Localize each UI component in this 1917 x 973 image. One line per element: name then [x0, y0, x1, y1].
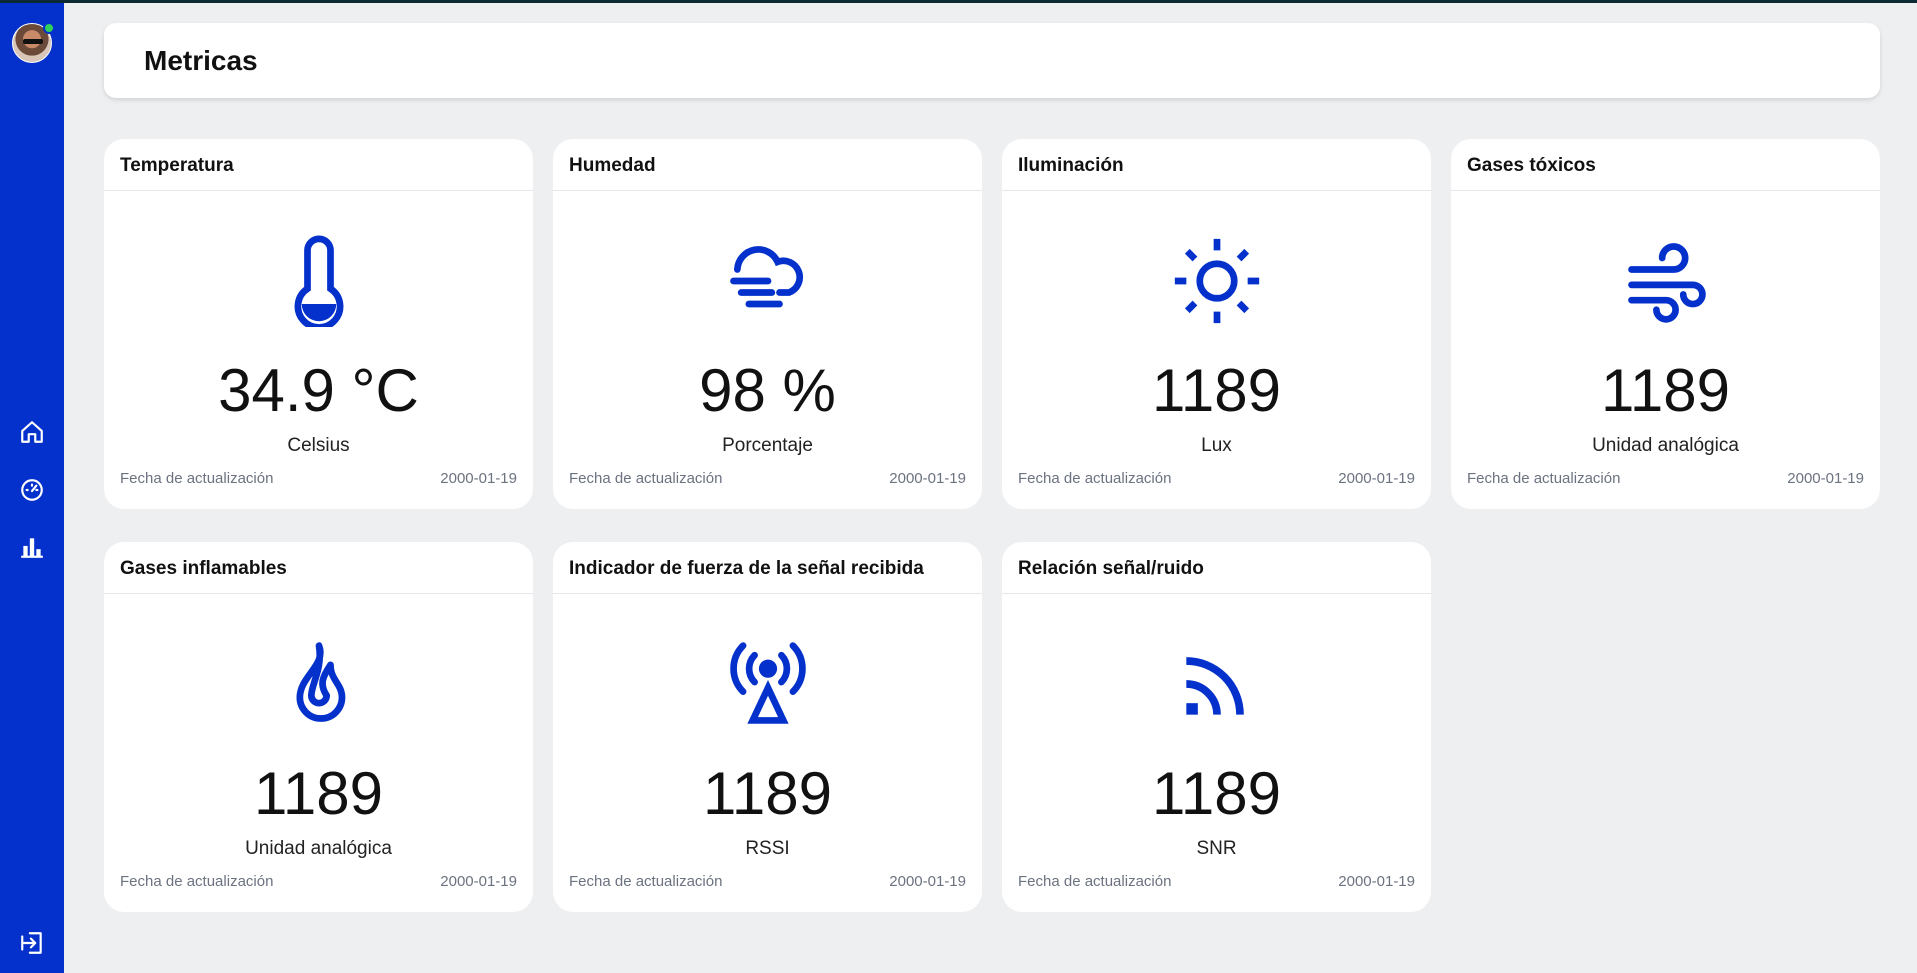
metric-value: 1189	[1151, 760, 1282, 827]
card-title: Relación señal/ruido	[1002, 542, 1431, 594]
home-icon[interactable]	[19, 419, 45, 445]
flame-icon	[104, 638, 533, 730]
updated-date: 2000-01-19	[440, 470, 517, 487]
metric-unit: Celsius	[287, 435, 350, 456]
sun-icon	[1002, 235, 1431, 327]
metric-card-temperature: Temperatura 34.9 °C Celsius Fecha de act…	[104, 139, 533, 509]
metric-card-illumination: Iluminación 1189 Lux Fecha de actualizac…	[1002, 139, 1431, 509]
metric-unit: Lux	[1201, 435, 1232, 456]
metric-card-toxic-gases: Gases tóxicos 1189 Unidad analógica Fech…	[1451, 139, 1880, 509]
card-title: Gases inflamables	[104, 542, 533, 594]
bar-chart-icon[interactable]	[19, 534, 45, 560]
page-header: Metricas	[104, 23, 1880, 98]
signal-icon	[1002, 638, 1431, 730]
avatar[interactable]	[12, 22, 55, 63]
updated-label: Fecha de actualización	[1018, 470, 1172, 487]
card-title: Humedad	[553, 139, 982, 191]
updated-date: 2000-01-19	[889, 470, 966, 487]
updated-date: 2000-01-19	[1338, 470, 1415, 487]
page-title: Metricas	[144, 45, 258, 76]
metric-value: 1189	[253, 760, 384, 827]
updated-label: Fecha de actualización	[120, 873, 274, 890]
card-title: Indicador de fuerza de la señal recibida	[553, 542, 982, 594]
card-title: Gases tóxicos	[1451, 139, 1880, 191]
metric-card-snr: Relación señal/ruido 1189 SNR Fecha de a…	[1002, 542, 1431, 912]
updated-date: 2000-01-19	[1338, 873, 1415, 890]
updated-date: 2000-01-19	[440, 873, 517, 890]
avatar-glasses	[23, 39, 43, 44]
sidebar	[0, 3, 64, 973]
metric-card-rssi: Indicador de fuerza de la señal recibida…	[553, 542, 982, 912]
online-status-dot	[43, 22, 55, 34]
fog-cloud-icon	[553, 235, 982, 327]
metric-value: 1189	[702, 760, 833, 827]
metric-value: 34.9 °C	[218, 357, 419, 424]
metric-unit: Porcentaje	[722, 435, 813, 456]
updated-label: Fecha de actualización	[1018, 873, 1172, 890]
metric-card-flammable-gases: Gases inflamables 1189 Unidad analógica …	[104, 542, 533, 912]
gauge-icon[interactable]	[19, 477, 45, 503]
logout-icon[interactable]	[19, 930, 45, 956]
metric-value: 1189	[1151, 357, 1282, 424]
window-top-strip	[0, 0, 1917, 3]
card-title: Iluminación	[1002, 139, 1431, 191]
antenna-icon	[553, 638, 982, 730]
updated-label: Fecha de actualización	[1467, 470, 1621, 487]
updated-label: Fecha de actualización	[569, 873, 723, 890]
metric-unit: Unidad analógica	[245, 838, 392, 859]
metric-value: 1189	[1600, 357, 1731, 424]
updated-date: 2000-01-19	[889, 873, 966, 890]
card-title: Temperatura	[104, 139, 533, 191]
thermometer-icon	[104, 235, 533, 327]
metric-unit: SNR	[1196, 838, 1237, 859]
updated-label: Fecha de actualización	[569, 470, 723, 487]
metric-card-humidity: Humedad 98 % Porcentaje Fecha de actuali…	[553, 139, 982, 509]
updated-label: Fecha de actualización	[120, 470, 274, 487]
updated-date: 2000-01-19	[1787, 470, 1864, 487]
metric-unit: Unidad analógica	[1592, 435, 1739, 456]
metric-value: 98 %	[699, 357, 836, 424]
metric-unit: RSSI	[745, 838, 790, 859]
wind-icon	[1451, 235, 1880, 327]
